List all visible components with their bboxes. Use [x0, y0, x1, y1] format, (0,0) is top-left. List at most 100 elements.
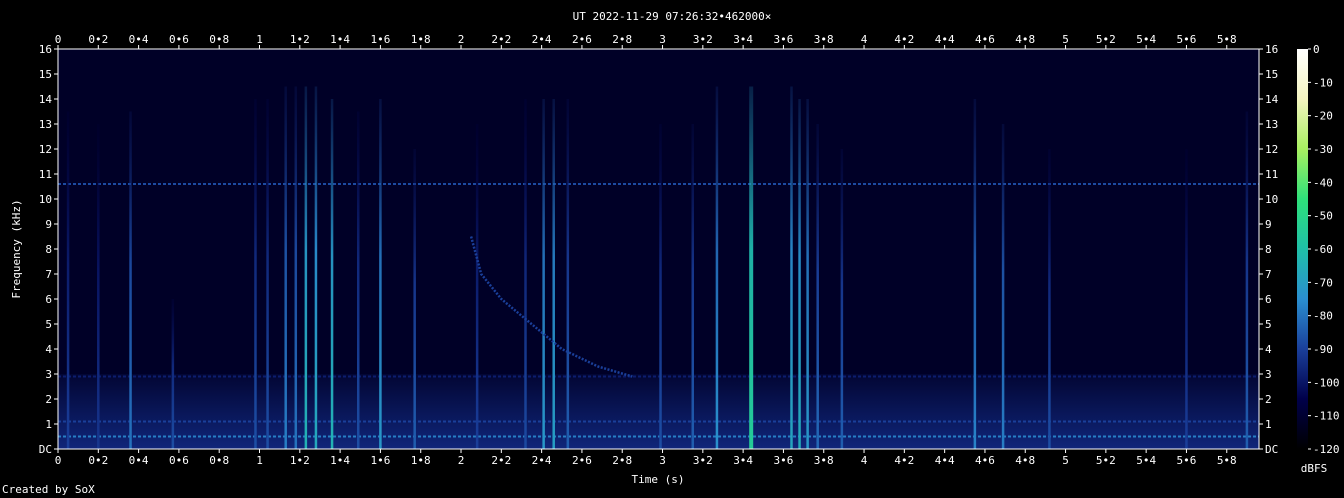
x-tick-label: 3•4: [733, 454, 753, 467]
x-tick-label: 1•4: [330, 454, 350, 467]
event-streak: [973, 99, 977, 449]
x-tick-label: 3: [659, 454, 666, 467]
event-streak: [691, 124, 695, 449]
x-tick-label: 3•8: [814, 454, 834, 467]
x-tick-label-top: 0: [55, 33, 62, 46]
y-tick-label-right: 6: [1265, 293, 1272, 306]
event-streak: [790, 86, 793, 449]
event-streak: [254, 99, 257, 449]
x-tick-label-top: 0•4: [129, 33, 149, 46]
y-tick-label-right: DC: [1265, 443, 1278, 456]
event-streak: [284, 86, 287, 449]
x-tick-label-top: 5•8: [1217, 33, 1237, 46]
x-tick-label: 4•4: [935, 454, 955, 467]
x-axis-label: Time (s): [632, 473, 685, 486]
x-tick-label: 0•2: [88, 454, 108, 467]
y-tick-label-right: 1: [1265, 418, 1272, 431]
y-tick-label: 12: [39, 143, 52, 156]
x-tick-label: 5•4: [1136, 454, 1156, 467]
event-streak: [806, 99, 809, 449]
y-tick-label: 4: [45, 343, 52, 356]
x-tick-label-top: 4•2: [894, 33, 914, 46]
event-streak: [66, 111, 70, 449]
y-tick-label-right: 13: [1265, 118, 1278, 131]
colorbar-tick-label: -10: [1313, 76, 1333, 89]
x-tick-label: 4: [861, 454, 868, 467]
x-tick-label-top: 5•2: [1096, 33, 1116, 46]
x-tick-label-top: 1•8: [411, 33, 431, 46]
colorbar-tick-label: -110: [1313, 410, 1340, 423]
y-tick-label: 16: [39, 43, 52, 56]
chart-title: UT 2022-11-29 07:26:32•462000×: [573, 10, 772, 23]
spectrogram-plot: [58, 49, 1259, 449]
x-tick-label: 5: [1062, 454, 1069, 467]
event-streak: [314, 86, 318, 449]
event-streak: [524, 99, 527, 449]
x-tick-label: 0•4: [129, 454, 149, 467]
colorbar-tick-label: -70: [1313, 276, 1333, 289]
x-tick-label: 2•6: [572, 454, 592, 467]
x-tick-label: 4•6: [975, 454, 995, 467]
event-streak: [715, 86, 719, 449]
x-tick-label-top: 2•2: [491, 33, 511, 46]
event-streak: [97, 124, 100, 449]
x-tick-label: 1•8: [411, 454, 431, 467]
event-streak: [1001, 124, 1005, 449]
event-streak: [304, 86, 308, 449]
colorbar-tick-label: -80: [1313, 310, 1333, 323]
event-streak: [129, 111, 132, 449]
y-tick-label-right: 7: [1265, 268, 1272, 281]
colorbar-tick-label: -40: [1313, 176, 1333, 189]
low-frequency-band: [58, 374, 1259, 449]
colorbar: 0 -10 -20 -30 -40 -50 -60 -70 -80 -90 -100 -110 -120: [1297, 43, 1340, 456]
y-tick-label: DC: [39, 443, 52, 456]
credit-text: Created by SoX: [2, 483, 95, 496]
x-tick-label: 2•8: [612, 454, 632, 467]
y-tick-label: 1: [45, 418, 52, 431]
y-tick-label-right: 8: [1265, 243, 1272, 256]
spectrogram-figure: UT 2022-11-29 07:26:32•462000× 0 0 0•2 0•2 0…: [10, 10, 1340, 486]
x-tick-label-top: 3: [659, 33, 666, 46]
colorbar-tick-label: 0: [1313, 43, 1320, 56]
event-streak: [542, 99, 545, 449]
event-streak: [171, 299, 175, 449]
x-tick-label: 0•6: [169, 454, 189, 467]
event-streak: [1245, 111, 1249, 449]
x-tick-label-top: 3•2: [693, 33, 713, 46]
x-tick-label-top: 5•4: [1136, 33, 1156, 46]
event-streak: [357, 111, 360, 449]
event-streak: [816, 124, 819, 449]
x-tick-label: 1•2: [290, 454, 310, 467]
x-tick-label: 5•8: [1217, 454, 1237, 467]
x-tick-label-top: 4•4: [935, 33, 955, 46]
event-streak: [1048, 149, 1051, 449]
x-tick-label: 0: [55, 454, 62, 467]
colorbar-tick-label: -100: [1313, 376, 1340, 389]
y-tick-label: 13: [39, 118, 52, 131]
x-tick-label: 2•4: [532, 454, 552, 467]
event-streak: [552, 99, 555, 449]
x-tick-label-top: 2•4: [532, 33, 552, 46]
x-tick-label-top: 4: [861, 33, 868, 46]
x-tick-label-top: 0•2: [88, 33, 108, 46]
x-tick-label-top: 1•6: [370, 33, 390, 46]
y-tick-label-right: 4: [1265, 343, 1272, 356]
y-tick-label: 14: [39, 93, 53, 106]
y-tick-label: 10: [39, 193, 52, 206]
x-tick-label: 4•8: [1015, 454, 1035, 467]
x-tick-label-top: 1: [256, 33, 263, 46]
y-tick-label-right: 3: [1265, 368, 1272, 381]
colorbar-tick-label: -20: [1313, 110, 1333, 123]
colorbar-tick-label: -30: [1313, 143, 1333, 156]
x-tick-label: 3•2: [693, 454, 713, 467]
x-tick-label: 5•2: [1096, 454, 1116, 467]
y-tick-label-right: 2: [1265, 393, 1272, 406]
x-tick-label: 4•2: [894, 454, 914, 467]
event-streak: [330, 99, 334, 449]
x-tick-label-top: 3•4: [733, 33, 753, 46]
event-streak: [798, 99, 801, 449]
colorbar-tick-label: -60: [1313, 243, 1333, 256]
y-tick-label: 15: [39, 68, 52, 81]
y-tick-label: 3: [45, 368, 52, 381]
colorbar-tick-label: -120: [1313, 443, 1340, 456]
